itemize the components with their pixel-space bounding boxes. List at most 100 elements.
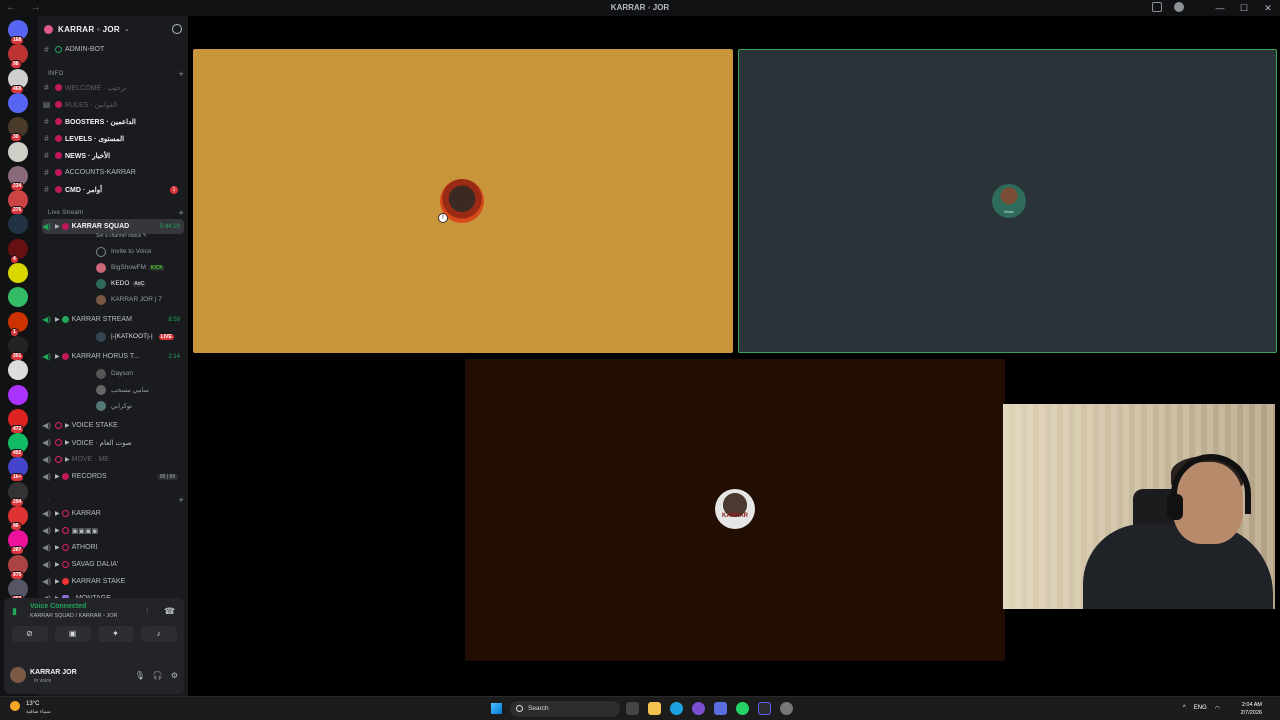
voice-channel-karrar-stream[interactable]: ◀) ▶ KARRAR STREAM 8:59 bbox=[42, 312, 184, 327]
participant-tile[interactable]: ! bbox=[193, 49, 733, 353]
server-icon[interactable]: 4 bbox=[8, 238, 28, 264]
server-icon[interactable]: 301 bbox=[8, 335, 28, 361]
weather-widget[interactable]: 13°C سماء صافية bbox=[10, 701, 51, 715]
participant-tile[interactable]: KARRAR bbox=[465, 359, 1005, 661]
voice-channel-karrar-stake[interactable]: ◀) ▶ KARRAR STAKE bbox=[42, 574, 184, 589]
server-icon[interactable]: 276 bbox=[8, 190, 28, 216]
channel-admin-bot[interactable]: # ADMIN-BOT bbox=[42, 42, 184, 57]
channel-status-prompt[interactable]: Set a channel status ✎ bbox=[96, 233, 147, 239]
soundboard-button[interactable]: ♪ bbox=[140, 626, 177, 642]
server-icon[interactable]: 1k+ bbox=[8, 457, 28, 483]
server-icon[interactable] bbox=[8, 360, 28, 381]
category-voice[interactable]: · + bbox=[48, 494, 184, 506]
server-icon[interactable]: 472 bbox=[8, 408, 28, 434]
voice-channel-karrar-horus[interactable]: ◀) ▶ KARRAR HORUS T... 2:14 bbox=[42, 349, 184, 364]
server-icon[interactable]: 468 bbox=[8, 68, 28, 94]
server-icon[interactable]: 492 bbox=[8, 433, 28, 459]
app-icon[interactable] bbox=[692, 702, 705, 715]
server-icon[interactable]: 294 bbox=[8, 481, 28, 507]
voice-channel-savag[interactable]: ◀) ▶ SAVAG DALIA' bbox=[42, 557, 184, 572]
signal-icon[interactable]: ▮ bbox=[12, 606, 17, 617]
screen-share-button[interactable]: ▣ bbox=[54, 626, 91, 642]
server-icon[interactable]: 407 bbox=[8, 578, 28, 604]
voice-channel-karrar-squad[interactable]: ◀) ▶ KARRAR SQUAD 5:44:20 bbox=[42, 219, 184, 234]
discord-icon[interactable] bbox=[758, 702, 771, 715]
server-icon[interactable]: 96 bbox=[8, 506, 28, 531]
microphone-icon[interactable]: 🎙 bbox=[135, 671, 145, 680]
headphones-icon[interactable]: 🎧 bbox=[153, 671, 163, 680]
server-icon[interactable]: 975 bbox=[8, 554, 28, 580]
language-indicator[interactable]: ENG bbox=[1194, 705, 1207, 712]
channel-welcome[interactable]: # WELCOME · ترحيب bbox=[42, 80, 184, 95]
category-info[interactable]: INFO + bbox=[48, 68, 184, 80]
server-icon[interactable] bbox=[8, 263, 28, 283]
system-tray[interactable]: ^ ENG ◠ bbox=[1183, 705, 1220, 712]
server-icon[interactable]: 98 bbox=[8, 44, 28, 70]
voice-member[interactable]: توكرابي bbox=[96, 398, 224, 413]
close-button[interactable]: ✕ bbox=[1256, 0, 1280, 16]
voice-channel-athori[interactable]: ◀) ▶ ATHORI bbox=[42, 540, 184, 555]
tray-chevron-icon[interactable]: ^ bbox=[1183, 705, 1186, 712]
play-icon: ▶ bbox=[55, 545, 60, 551]
voice-member[interactable]: Dayson bbox=[96, 366, 224, 381]
gear-icon[interactable]: ⚙ bbox=[171, 671, 178, 680]
channel-news[interactable]: # NEWS · الأخبار bbox=[42, 148, 184, 163]
inbox-icon[interactable] bbox=[1152, 2, 1162, 12]
server-icon[interactable]: 168 bbox=[8, 20, 28, 45]
server-icon[interactable] bbox=[8, 214, 28, 235]
clock[interactable]: 2:04 AM 2/7/2026 bbox=[1241, 701, 1262, 717]
participant-tile-speaking[interactable]: Kedo bbox=[738, 49, 1277, 353]
help-icon[interactable] bbox=[1174, 2, 1184, 12]
server-icon[interactable] bbox=[8, 92, 28, 113]
channel-boosters[interactable]: # BOOSTERS · الداعمين bbox=[42, 114, 184, 129]
maximize-button[interactable]: ☐ bbox=[1232, 0, 1256, 16]
server-icon[interactable] bbox=[8, 384, 28, 405]
add-friend-icon[interactable] bbox=[172, 24, 182, 34]
calculator-icon[interactable] bbox=[714, 702, 727, 715]
voice-member[interactable]: سامي مسحب bbox=[96, 382, 224, 397]
server-icon[interactable]: 234 bbox=[8, 165, 28, 191]
add-channel-icon[interactable]: + bbox=[178, 69, 184, 79]
voice-channel-voice-stake[interactable]: ◀) ▶ VOICE STAKE bbox=[42, 418, 184, 433]
channel-label: RULES · القوانين bbox=[65, 101, 118, 109]
add-channel-icon[interactable]: + bbox=[178, 208, 184, 218]
edge-icon[interactable] bbox=[670, 702, 683, 715]
channel-levels[interactable]: # LEVELS · المستوى bbox=[42, 131, 184, 146]
username[interactable]: KARRAR JOR bbox=[30, 669, 77, 676]
settings-icon[interactable] bbox=[780, 702, 793, 715]
noise-suppression-icon[interactable]: ⫶ bbox=[146, 606, 148, 617]
server-icon[interactable] bbox=[8, 287, 28, 308]
member-tag: AoC bbox=[132, 280, 147, 287]
camera-off-button[interactable]: ⊘ bbox=[11, 626, 48, 642]
server-icon[interactable]: 1 bbox=[8, 311, 28, 337]
voice-channel-symbols[interactable]: ◀) ▶ ▣▣▣▣ bbox=[42, 523, 184, 538]
channel-accounts[interactable]: # ACCOUNTS-KARRAR bbox=[42, 165, 184, 180]
windows-start-icon[interactable] bbox=[491, 703, 502, 714]
server-icon[interactable] bbox=[8, 141, 28, 162]
disconnect-icon[interactable]: ☎ bbox=[164, 606, 175, 617]
voice-channel-voice[interactable]: ◀) ▶ VOICE · صوت العام bbox=[42, 435, 184, 450]
minimize-button[interactable]: — bbox=[1208, 0, 1232, 16]
whatsapp-icon[interactable] bbox=[736, 702, 749, 715]
channel-cmd[interactable]: # CMD · أوامر 1 bbox=[42, 182, 184, 197]
voice-channel-move[interactable]: ◀) ▶ MOVE · ME bbox=[42, 452, 184, 467]
voice-status[interactable]: Voice Connected bbox=[30, 603, 86, 610]
discord-window: ← → KARRAR ◦ JOR — ☐ ✕ 168 98 468 30 234 276 4… bbox=[0, 0, 1280, 720]
task-view-icon[interactable] bbox=[626, 702, 639, 715]
activities-button[interactable]: ✦ bbox=[97, 626, 134, 642]
server-icon[interactable]: 287 bbox=[8, 530, 28, 556]
avatar[interactable] bbox=[10, 667, 26, 683]
add-channel-icon[interactable]: + bbox=[178, 495, 184, 505]
channel-emoji-icon bbox=[55, 186, 62, 193]
play-icon: ▶ bbox=[55, 354, 60, 360]
voice-channel-path[interactable]: KARRAR SQUAD / KARRAR ◦ JOR bbox=[30, 613, 118, 619]
taskbar-search[interactable]: Search bbox=[510, 701, 620, 717]
voice-channel-karrar[interactable]: ◀) ▶ KARRAR bbox=[42, 506, 184, 521]
voice-channel-records[interactable]: ◀) ▶ RECORDS 00 | 99 bbox=[42, 469, 184, 484]
file-explorer-icon[interactable] bbox=[648, 702, 661, 715]
channel-rules[interactable]: ▤ RULES · القوانين bbox=[42, 97, 184, 112]
wifi-icon[interactable]: ◠ bbox=[1215, 705, 1220, 712]
server-header[interactable]: KARRAR ◦ JOR ⌄ bbox=[38, 16, 188, 42]
category-live-stream[interactable]: Live Stream + bbox=[48, 207, 184, 219]
server-icon[interactable]: 30 bbox=[8, 117, 28, 143]
